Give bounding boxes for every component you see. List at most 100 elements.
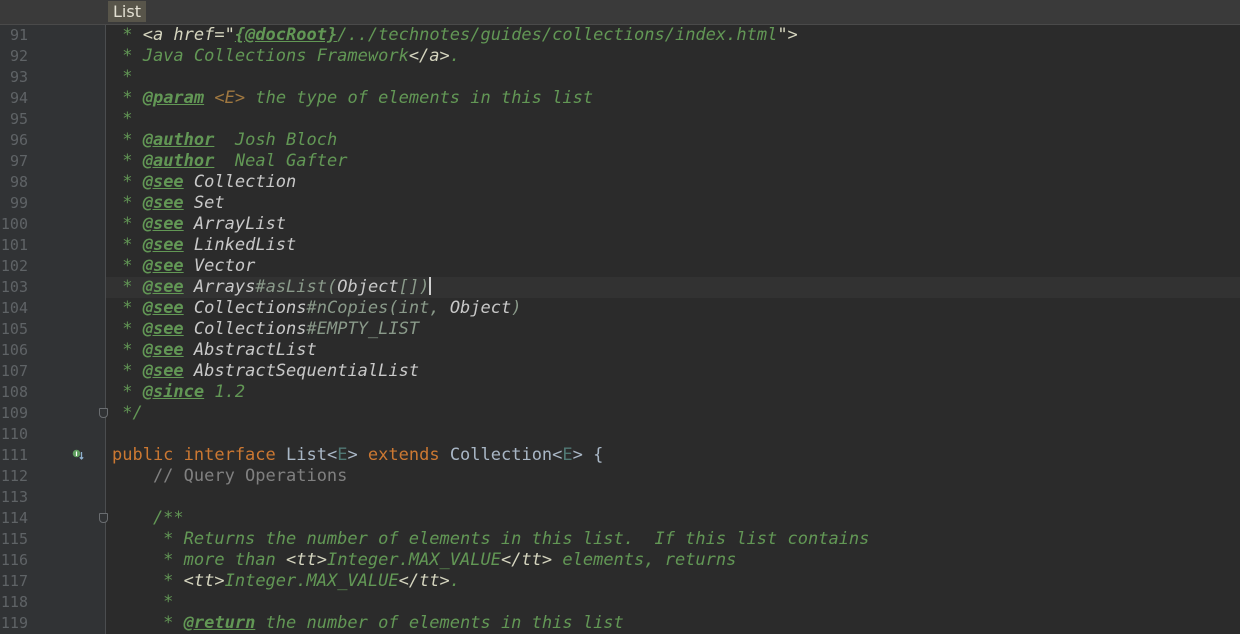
code-line[interactable]: 91 * <a href="{@docRoot}/../technotes/gu… (0, 25, 1240, 46)
line-number[interactable]: 114 (0, 508, 28, 529)
line-number[interactable]: 105 (0, 319, 28, 340)
line-number[interactable]: 100 (0, 214, 28, 235)
code-line[interactable]: 115 * Returns the number of elements in … (0, 529, 1240, 550)
code-text[interactable]: * @see Arrays#asList(Object[]) (112, 277, 432, 298)
code-token: * Java Collections Framework (112, 46, 409, 66)
breadcrumb-list[interactable]: List (108, 1, 146, 22)
line-number[interactable]: 106 (0, 340, 28, 361)
code-text[interactable]: * (112, 67, 132, 88)
code-line[interactable]: 102 * @see Vector (0, 256, 1240, 277)
code-text[interactable]: * @see LinkedList (112, 235, 296, 256)
code-line[interactable]: 111 Ipublic interface List<E> extends Col… (0, 445, 1240, 466)
code-text[interactable]: /** (112, 508, 184, 529)
code-token: @author (142, 151, 215, 171)
code-line[interactable]: 105 * @see Collections#EMPTY_LIST (0, 319, 1240, 340)
code-line[interactable]: 94 * @param <E> the type of elements in … (0, 88, 1240, 109)
line-number[interactable]: 118 (0, 592, 28, 613)
code-line[interactable]: 119 * @return the number of elements in … (0, 613, 1240, 634)
code-text[interactable]: * Returns the number of elements in this… (112, 529, 869, 550)
code-text[interactable]: * @param <E> the type of elements in thi… (112, 88, 593, 109)
code-text[interactable]: * @return the number of elements in this… (112, 613, 624, 634)
line-number[interactable]: 97 (0, 151, 28, 172)
code-line[interactable]: 117 * <tt>Integer.MAX_VALUE</tt>. (0, 571, 1240, 592)
line-number[interactable]: 112 (0, 466, 28, 487)
code-line[interactable]: 110 (0, 424, 1240, 445)
line-number[interactable]: 92 (0, 46, 28, 67)
line-number[interactable]: 119 (0, 613, 28, 634)
fold-toggle-icon[interactable] (99, 513, 108, 523)
line-number[interactable]: 102 (0, 256, 28, 277)
code-text[interactable]: * @see Collection (112, 172, 296, 193)
line-number[interactable]: 101 (0, 235, 28, 256)
code-text[interactable]: * @author Josh Bloch (112, 130, 337, 151)
line-number[interactable]: 109 (0, 403, 28, 424)
line-number[interactable]: 115 (0, 529, 28, 550)
code-text[interactable]: * more than <tt>Integer.MAX_VALUE</tt> e… (112, 550, 736, 571)
line-number[interactable]: 94 (0, 88, 28, 109)
line-number[interactable]: 110 (0, 424, 28, 445)
line-number[interactable]: 103 (0, 277, 28, 298)
code-line[interactable]: 95 * (0, 109, 1240, 130)
code-line[interactable]: 114 /** (0, 508, 1240, 529)
code-line[interactable]: 99 * @see Set (0, 193, 1240, 214)
code-line[interactable]: 98 * @see Collection (0, 172, 1240, 193)
line-number[interactable]: 107 (0, 361, 28, 382)
code-line[interactable]: 118 * (0, 592, 1240, 613)
line-number[interactable]: 91 (0, 25, 28, 46)
line-number[interactable]: 117 (0, 571, 28, 592)
code-text[interactable]: * Java Collections Framework</a>. (112, 46, 460, 67)
code-text[interactable]: */ (112, 403, 142, 424)
code-token: @param (142, 88, 205, 108)
code-line[interactable]: 103 * @see Arrays#asList(Object[]) (0, 277, 1240, 298)
code-text[interactable]: * @see Collections#nCopies(int, Object) (112, 298, 521, 319)
line-number[interactable]: 108 (0, 382, 28, 403)
line-number[interactable]: 98 (0, 172, 28, 193)
code-line[interactable]: 100 * @see ArrayList (0, 214, 1240, 235)
code-text[interactable]: * (112, 109, 132, 130)
line-number[interactable]: 116 (0, 550, 28, 571)
code-line[interactable]: 106 * @see AbstractList (0, 340, 1240, 361)
code-text[interactable]: * <a href="{@docRoot}/../technotes/guide… (112, 25, 798, 46)
code-token: E (562, 445, 573, 465)
code-token: Set (193, 193, 225, 213)
code-token: </tt> (398, 571, 450, 591)
line-number[interactable]: 99 (0, 193, 28, 214)
code-line[interactable]: 107 * @see AbstractSequentialList (0, 361, 1240, 382)
code-text[interactable]: * @since 1.2 (112, 382, 245, 403)
code-text[interactable]: * @see AbstractSequentialList (112, 361, 419, 382)
line-number[interactable]: 113 (0, 487, 28, 508)
code-line[interactable]: 93 * (0, 67, 1240, 88)
code-line[interactable]: 104 * @see Collections#nCopies(int, Obje… (0, 298, 1240, 319)
code-editor[interactable]: 91 * <a href="{@docRoot}/../technotes/gu… (0, 25, 1240, 634)
code-token: </a> (408, 46, 450, 66)
line-number[interactable]: 104 (0, 298, 28, 319)
line-number[interactable]: 93 (0, 67, 28, 88)
line-number[interactable]: 96 (0, 130, 28, 151)
implemented-marker-icon[interactable]: I (72, 449, 84, 461)
code-text[interactable]: * <tt>Integer.MAX_VALUE</tt>. (112, 571, 460, 592)
code-line[interactable]: 108 * @since 1.2 (0, 382, 1240, 403)
code-text[interactable]: * @see Vector (112, 256, 255, 277)
code-text[interactable]: * @see AbstractList (112, 340, 317, 361)
code-line[interactable]: 92 * Java Collections Framework</a>. (0, 46, 1240, 67)
line-number[interactable]: 111 (0, 445, 28, 466)
code-text[interactable]: * @author Neal Gafter (112, 151, 347, 172)
code-text[interactable]: * @see ArrayList (112, 214, 286, 235)
code-text[interactable]: * (112, 592, 173, 613)
navigation-bar: List (0, 0, 1240, 25)
code-text[interactable]: public interface List<E> extends Collect… (112, 445, 603, 466)
code-line[interactable]: 116 * more than <tt>Integer.MAX_VALUE</t… (0, 550, 1240, 571)
code-text[interactable]: // Query Operations (112, 466, 347, 487)
code-line[interactable]: 109 */ (0, 403, 1240, 424)
code-line[interactable]: 96 * @author Josh Bloch (0, 130, 1240, 151)
code-line[interactable]: 112 // Query Operations (0, 466, 1240, 487)
line-number[interactable]: 95 (0, 109, 28, 130)
fold-toggle-icon[interactable] (99, 408, 108, 418)
code-token: @see (142, 361, 184, 381)
code-line[interactable]: 97 * @author Neal Gafter (0, 151, 1240, 172)
code-text[interactable]: * @see Set (112, 193, 225, 214)
code-text[interactable]: * @see Collections#EMPTY_LIST (112, 319, 419, 340)
code-line[interactable]: 101 * @see LinkedList (0, 235, 1240, 256)
code-line[interactable]: 113 (0, 487, 1240, 508)
